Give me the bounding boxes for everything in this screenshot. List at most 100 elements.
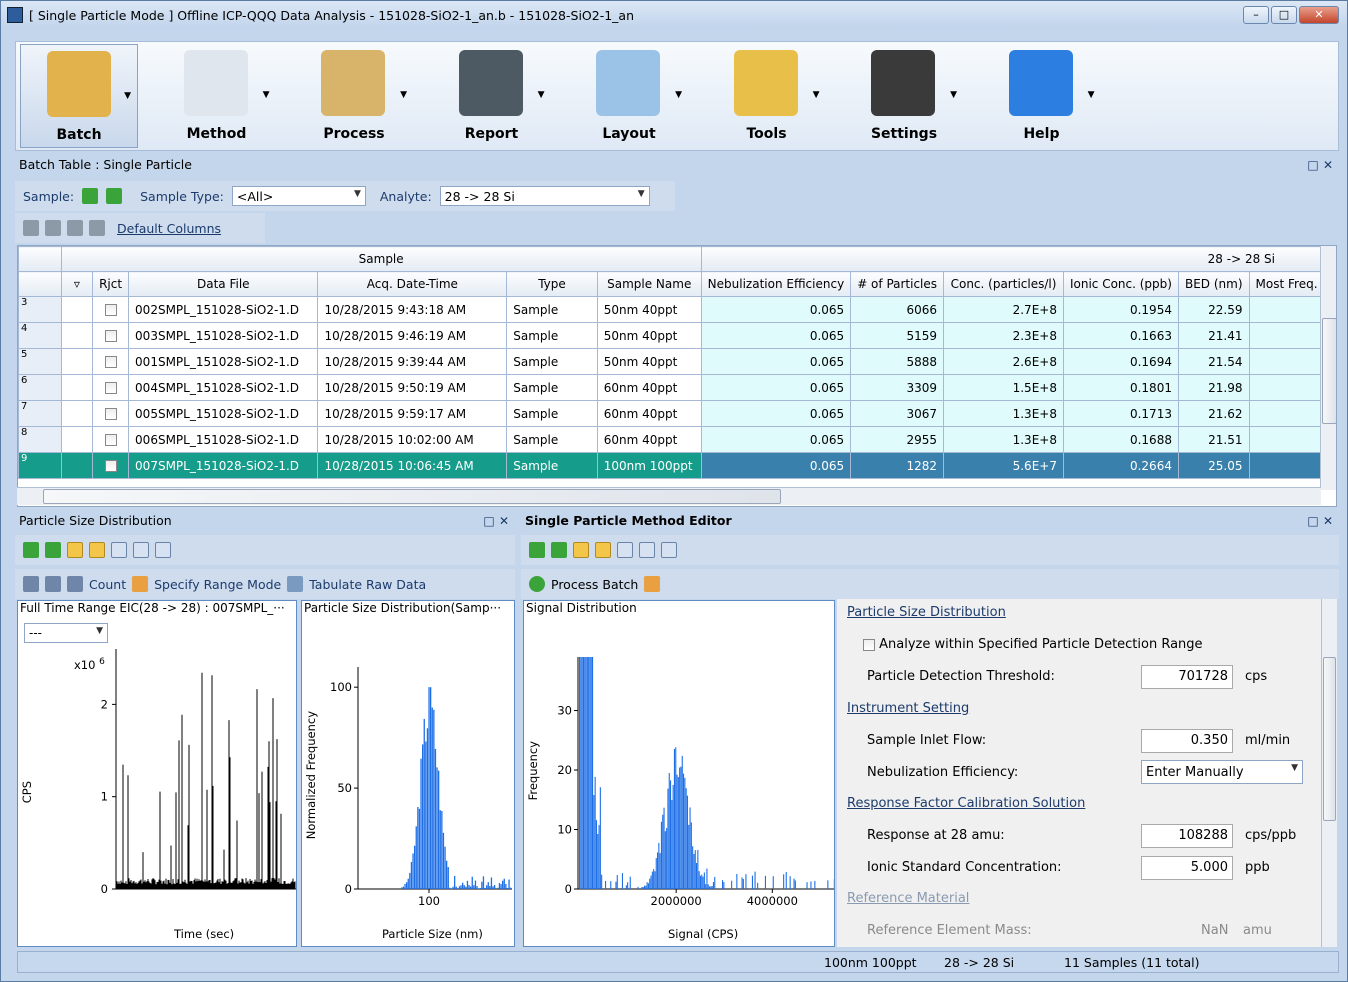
ribbon-report-button[interactable]: Report ▼	[433, 44, 551, 148]
zoom-icon[interactable]	[617, 542, 633, 558]
col-header[interactable]: Nebulization Efficiency	[700, 271, 852, 297]
range-icon[interactable]	[132, 576, 149, 592]
table-row[interactable]: 7 005SMPL_151028-SiO2-1.D 10/28/2015 9:59:…	[18, 400, 1336, 427]
refresh-icon[interactable]	[529, 576, 545, 592]
cell-name[interactable]: 60nm 40ppt	[596, 400, 702, 427]
response-input[interactable]: 108288	[1141, 824, 1233, 848]
cell-type[interactable]: Sample	[506, 374, 598, 401]
cell-bed[interactable]: 21.41	[1177, 322, 1250, 349]
cell-np[interactable]: 3309	[850, 374, 945, 401]
horizontal-scroll-thumb[interactable]	[43, 489, 781, 504]
method-editor-close[interactable]: □ ✕	[1307, 511, 1333, 531]
column-set-4-icon[interactable]	[89, 220, 105, 236]
ribbon-process-button[interactable]: Process ▼	[295, 44, 413, 148]
inlet-input[interactable]: 0.350	[1141, 729, 1233, 753]
cell-name[interactable]: 60nm 40ppt	[596, 374, 702, 401]
cell-neb[interactable]: 0.065	[700, 374, 852, 401]
row-number[interactable]: 5	[18, 348, 62, 375]
cell-conc[interactable]: 2.7E+8	[943, 296, 1064, 323]
cell-ionic[interactable]: 0.1663	[1062, 322, 1179, 349]
vertical-scroll-thumb[interactable]	[1322, 318, 1336, 424]
cell-dt[interactable]: 10/28/2015 9:59:17 AM	[317, 400, 508, 427]
filter-col-header[interactable]: ▿	[60, 271, 94, 297]
default-columns-button[interactable]: Default Columns	[117, 221, 221, 236]
form-scroll-thumb[interactable]	[1323, 657, 1336, 821]
col-header[interactable]: Data File	[128, 271, 319, 297]
row-number[interactable]: 8	[18, 426, 62, 453]
col-header[interactable]: Sample Name	[596, 271, 702, 297]
zoom-icon[interactable]	[111, 542, 127, 558]
cell-np[interactable]: 5888	[850, 348, 945, 375]
cell-np[interactable]: 5159	[850, 322, 945, 349]
analyze-range-option[interactable]: Analyze within Specified Particle Detect…	[863, 637, 1203, 652]
cell-type[interactable]: Sample	[506, 426, 598, 453]
cell-conc[interactable]: 2.3E+8	[943, 322, 1064, 349]
cell-neb[interactable]: 0.065	[700, 400, 852, 427]
cell-name[interactable]: 50nm 40ppt	[596, 322, 702, 349]
cell-file[interactable]: 006SMPL_151028-SiO2-1.D	[128, 426, 319, 453]
analyze-range-checkbox[interactable]	[863, 638, 875, 651]
cell-name[interactable]: 100nm 100ppt	[596, 452, 702, 479]
cell-type[interactable]: Sample	[506, 452, 598, 479]
cell-type[interactable]: Sample	[506, 296, 598, 323]
ribbon-help-button[interactable]: Help ▼	[983, 44, 1101, 148]
table-horizontal-scrollbar[interactable]	[17, 487, 1321, 505]
up-arrow-icon[interactable]	[529, 542, 545, 558]
tabulate-icon[interactable]	[287, 576, 304, 592]
cell-neb[interactable]: 0.065	[700, 348, 852, 375]
cell-ionic[interactable]: 0.1688	[1062, 426, 1179, 453]
cell-file[interactable]: 007SMPL_151028-SiO2-1.D	[128, 452, 319, 479]
specify-range-button[interactable]: Specify Range Mode	[154, 577, 281, 592]
col-header[interactable]: Conc. (particles/l)	[943, 271, 1064, 297]
dropdown-arrow-icon[interactable]: ▼	[675, 90, 682, 100]
edit-icon[interactable]	[595, 542, 611, 558]
cell-ionic[interactable]: 0.1954	[1062, 296, 1179, 323]
dropdown-arrow-icon[interactable]: ▼	[124, 91, 131, 101]
report-chart-icon[interactable]	[644, 576, 661, 592]
cell-file[interactable]: 002SMPL_151028-SiO2-1.D	[128, 296, 319, 323]
sample-type-select[interactable]: <All> ▼	[231, 186, 366, 206]
cell-ionic[interactable]: 0.1801	[1062, 374, 1179, 401]
fit-width-icon[interactable]	[639, 542, 655, 558]
cell-dt[interactable]: 10/28/2015 9:50:19 AM	[317, 374, 508, 401]
dropdown-arrow-icon[interactable]: ▼	[263, 90, 270, 100]
cell-neb[interactable]: 0.065	[700, 426, 852, 453]
table-icon[interactable]	[45, 576, 61, 592]
cell-conc[interactable]: 1.3E+8	[943, 400, 1064, 427]
reject-checkbox[interactable]	[104, 356, 117, 368]
chart-view-icon[interactable]	[67, 542, 83, 558]
col-header[interactable]: Acq. Date-Time	[317, 271, 508, 297]
cell-conc[interactable]: 1.5E+8	[943, 374, 1064, 401]
cell-dt[interactable]: 10/28/2015 10:02:00 AM	[317, 426, 508, 453]
reject-checkbox[interactable]	[104, 408, 117, 420]
threshold-input[interactable]: 701728	[1141, 665, 1233, 689]
reject-checkbox[interactable]	[104, 460, 117, 472]
ribbon-layout-button[interactable]: Layout ▼	[570, 44, 688, 148]
cell-ionic[interactable]: 0.1694	[1062, 348, 1179, 375]
column-set-2-icon[interactable]	[45, 220, 61, 236]
cell-file[interactable]: 001SMPL_151028-SiO2-1.D	[128, 348, 319, 375]
col-header[interactable]: BED (nm)	[1177, 271, 1250, 297]
minimize-button[interactable]: –	[1243, 6, 1269, 24]
cell-dt[interactable]: 10/28/2015 9:43:18 AM	[317, 296, 508, 323]
cell-type[interactable]: Sample	[506, 322, 598, 349]
dropdown-arrow-icon[interactable]: ▼	[538, 90, 545, 100]
table-row[interactable]: 6 004SMPL_151028-SiO2-1.D 10/28/2015 9:50:…	[18, 374, 1336, 401]
cell-conc[interactable]: 1.3E+8	[943, 426, 1064, 453]
reject-checkbox[interactable]	[104, 434, 117, 446]
ribbon-tools-button[interactable]: Tools ▼	[708, 44, 826, 148]
cell-np[interactable]: 2955	[850, 426, 945, 453]
cell-bed[interactable]: 21.51	[1177, 426, 1250, 453]
ribbon-batch-button[interactable]: Batch ▼	[20, 44, 138, 148]
chart-view-icon[interactable]	[573, 542, 589, 558]
cell-name[interactable]: 50nm 40ppt	[596, 348, 702, 375]
column-set-1-icon[interactable]	[23, 220, 39, 236]
table-vertical-scrollbar[interactable]	[1320, 246, 1336, 490]
cell-bed[interactable]: 25.05	[1177, 452, 1250, 479]
cell-neb[interactable]: 0.065	[700, 322, 852, 349]
psd-panel-close[interactable]: □ ✕	[483, 511, 509, 531]
fit-width-icon[interactable]	[133, 542, 149, 558]
cell-np[interactable]: 3067	[850, 400, 945, 427]
dropdown-arrow-icon[interactable]: ▼	[813, 90, 820, 100]
cell-np[interactable]: 1282	[850, 452, 945, 479]
